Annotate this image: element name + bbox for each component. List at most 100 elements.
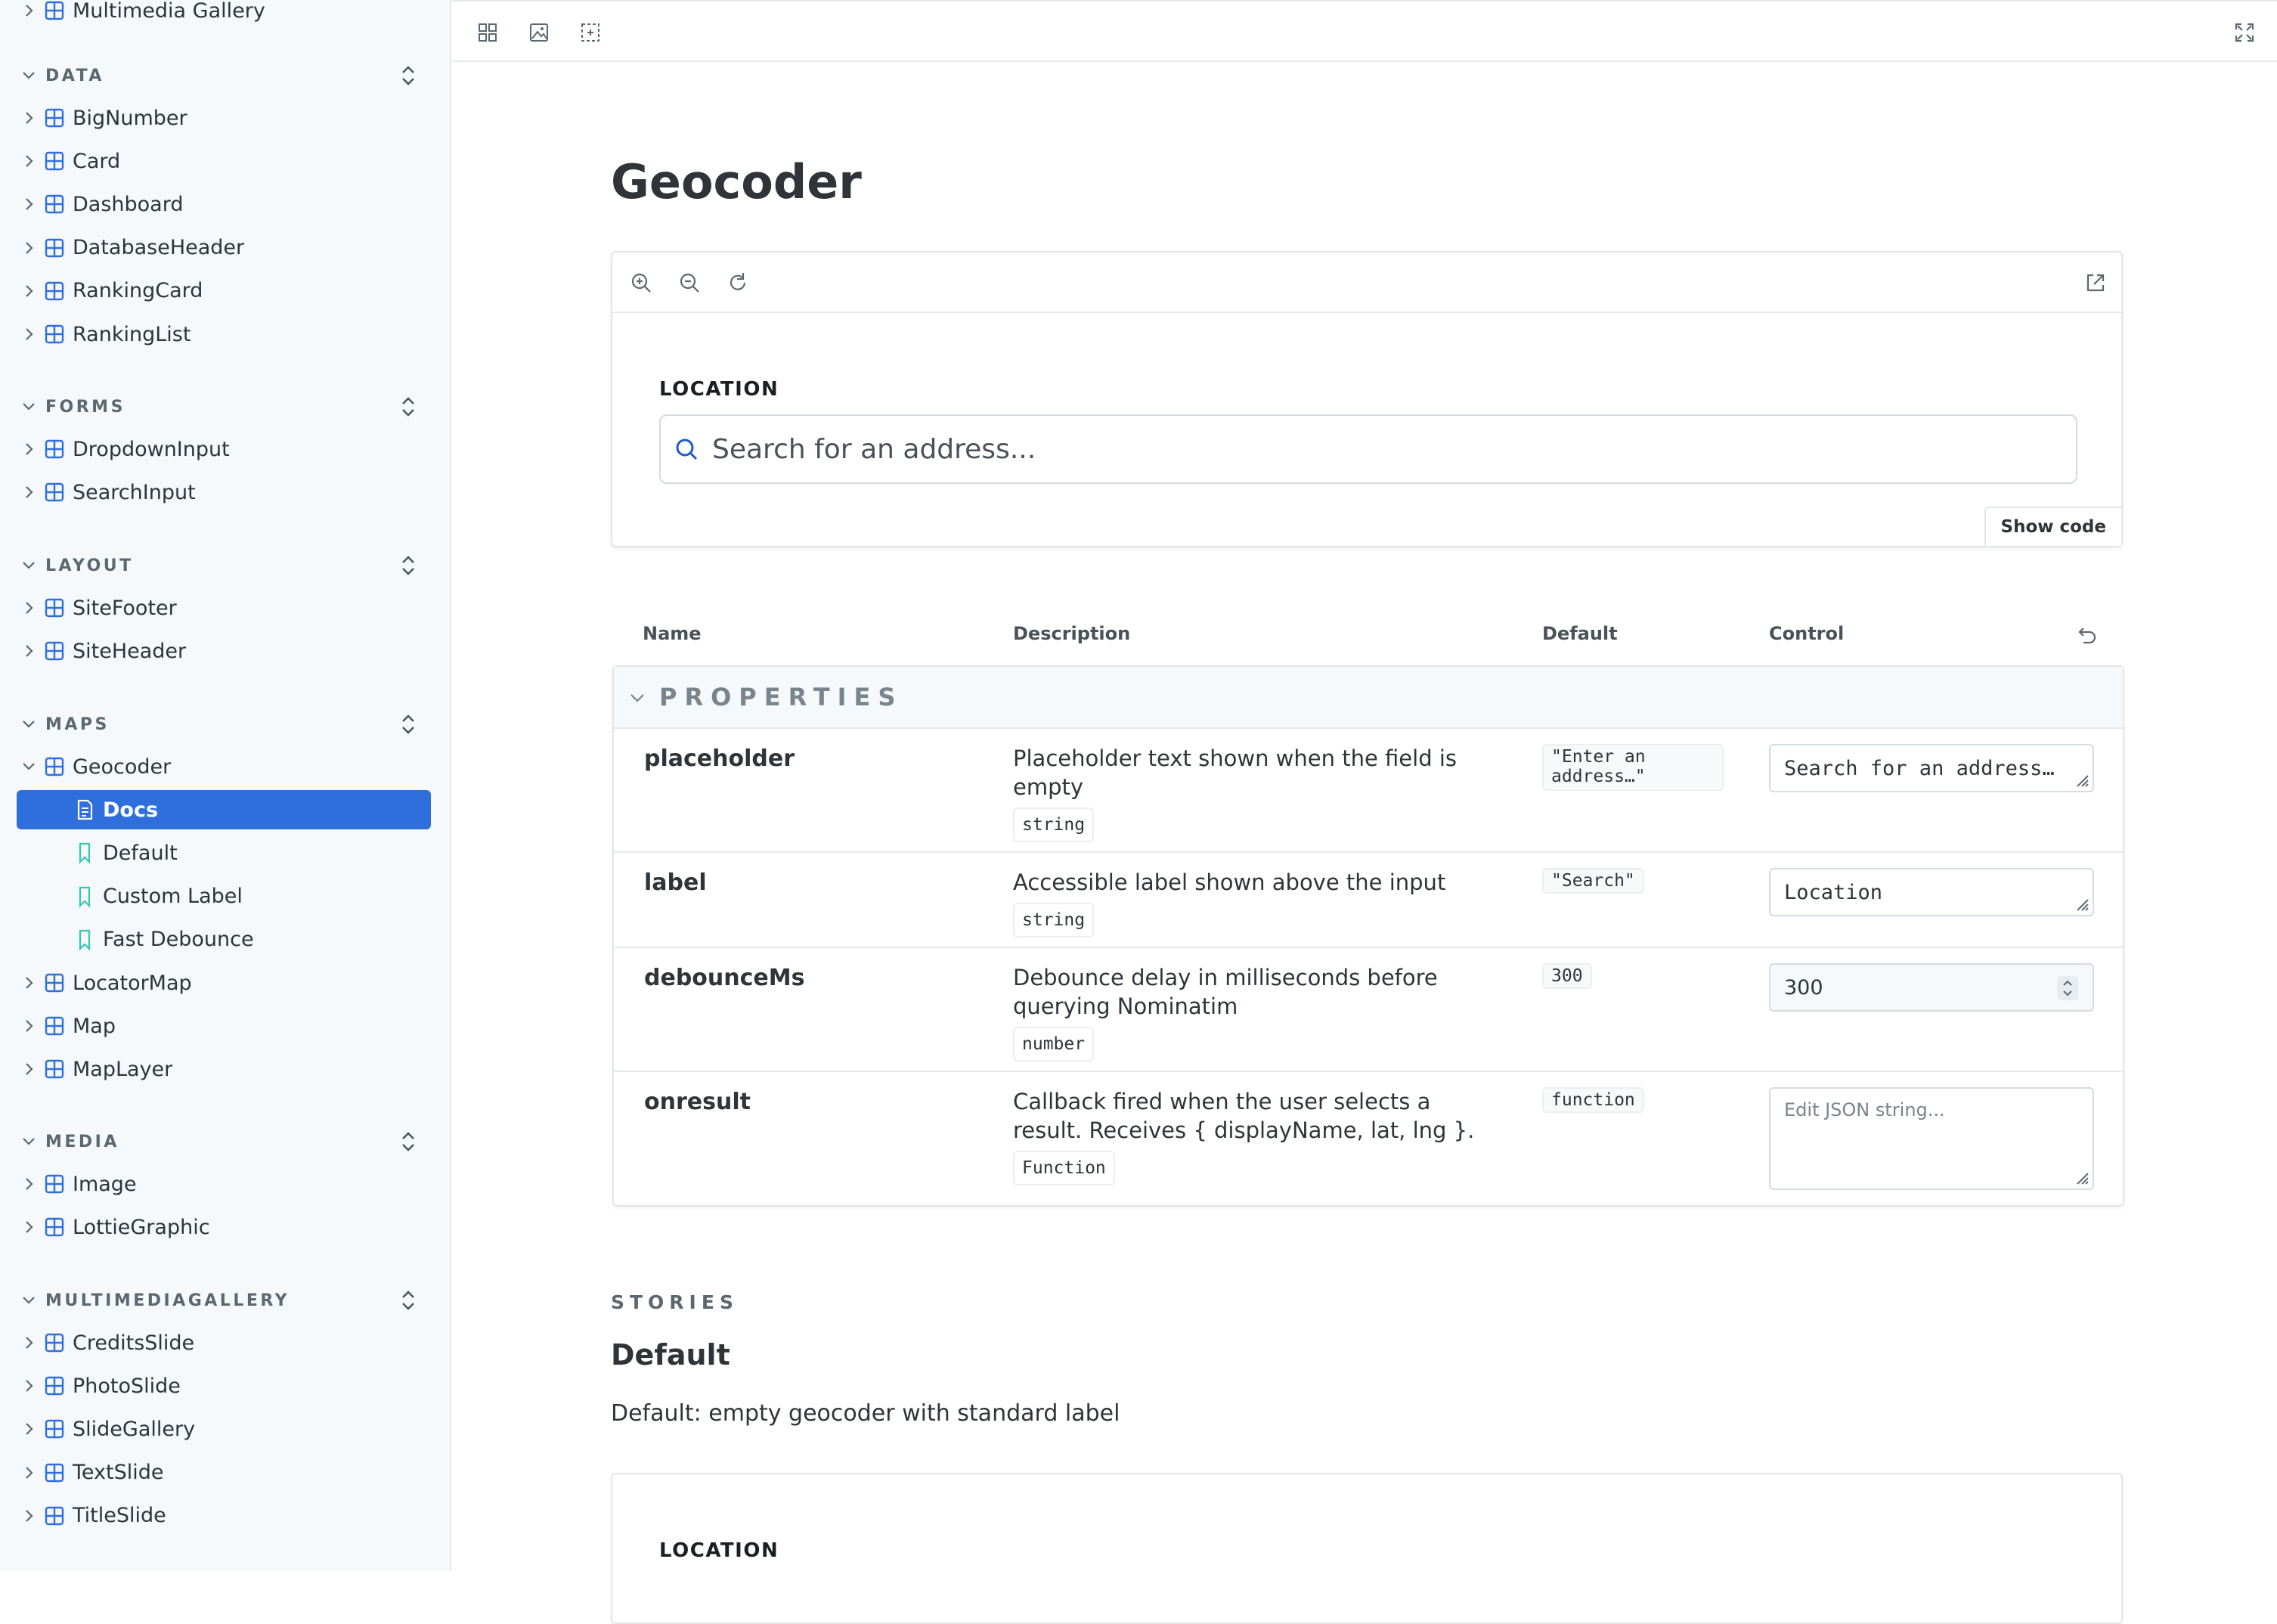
component-icon: [45, 1420, 64, 1439]
group-title: MAPS: [45, 714, 110, 734]
sidebar-item-big-number[interactable]: BigNumber: [17, 98, 431, 138]
component-icon: [45, 1333, 64, 1353]
chevron-right-icon: [17, 975, 41, 990]
table-row: label Accessible label shown above the i…: [614, 853, 2123, 948]
reset-controls-icon[interactable]: [2074, 623, 2099, 647]
sidebar-item-locator-map[interactable]: LocatorMap: [17, 963, 431, 1003]
expand-collapse-icon[interactable]: [395, 552, 422, 579]
sidebar-item-label: Multimedia Gallery: [73, 0, 265, 23]
prop-description-text: Accessible label shown above the input: [1013, 869, 1446, 895]
sidebar-group-forms[interactable]: FORMS: [21, 389, 429, 425]
sidebar-item-fast-debounce[interactable]: Fast Debounce: [71, 920, 431, 959]
fullscreen-icon[interactable]: [2232, 20, 2257, 45]
control-value: Search for an address…: [1784, 756, 2055, 780]
prop-type: Function: [1013, 1151, 1115, 1185]
sidebar-group-maps[interactable]: MAPS: [21, 706, 429, 742]
open-new-tab-icon[interactable]: [2082, 269, 2109, 296]
prop-default-line: "Enter an: [1551, 747, 1646, 767]
sidebar-item-text-slide[interactable]: TextSlide: [17, 1453, 431, 1492]
prop-default-line: address…": [1551, 767, 1646, 786]
sidebar-item-docs[interactable]: Docs: [17, 790, 431, 830]
sidebar-item-geocoder[interactable]: Geocoder: [17, 747, 431, 786]
zoom-out-icon[interactable]: [676, 269, 703, 296]
expand-collapse-icon[interactable]: [395, 1287, 422, 1314]
sidebar-item-map-layer[interactable]: MapLayer: [17, 1049, 431, 1089]
sidebar-item-lottie-graphic[interactable]: LottieGraphic: [17, 1207, 431, 1247]
component-icon: [45, 151, 64, 171]
debounce-number-input[interactable]: 300: [1769, 963, 2094, 1012]
sidebar-item-site-footer[interactable]: SiteFooter: [17, 588, 431, 628]
number-stepper-icon[interactable]: [2056, 975, 2079, 1001]
geocoder-label: LOCATION: [659, 378, 779, 401]
sidebar-item-default[interactable]: Default: [71, 833, 431, 872]
component-icon: [45, 1506, 64, 1525]
grid-icon[interactable]: [475, 20, 500, 45]
sidebar-item-label: Card: [73, 149, 121, 173]
sidebar-item-database-header[interactable]: DatabaseHeader: [17, 228, 431, 268]
sidebar-item-ranking-list[interactable]: RankingList: [17, 315, 431, 354]
sidebar-item-dashboard[interactable]: Dashboard: [17, 184, 431, 224]
reset-zoom-icon[interactable]: [724, 269, 751, 296]
prop-default: 300: [1542, 963, 1592, 989]
sidebar-item-image[interactable]: Image: [17, 1164, 431, 1204]
bookmark-icon: [79, 843, 91, 865]
toolbar: [452, 0, 2277, 62]
sidebar-item-label: Fast Debounce: [103, 928, 254, 952]
sidebar-group-multimediagallery[interactable]: MULTIMEDIAGALLERY: [21, 1282, 429, 1319]
show-code-button[interactable]: Show code: [1984, 507, 2121, 546]
expand-collapse-icon[interactable]: [395, 393, 422, 420]
sidebar-group-data[interactable]: DATA: [21, 57, 429, 94]
sidebar-item-dropdown-input[interactable]: DropdownInput: [17, 429, 431, 469]
sidebar-item-label: CreditsSlide: [73, 1331, 195, 1355]
sidebar-item-label: Image: [73, 1172, 137, 1196]
resize-handle-icon[interactable]: [2073, 1169, 2090, 1185]
sidebar-item-ranking-card[interactable]: RankingCard: [17, 271, 431, 311]
zoom-in-icon[interactable]: [627, 269, 655, 296]
sidebar-group-media[interactable]: MEDIA: [21, 1123, 429, 1160]
component-icon: [45, 1174, 64, 1194]
sidebar-item-label: SlideGallery: [73, 1417, 196, 1441]
sidebar-item-search-input[interactable]: SearchInput: [17, 473, 431, 512]
prop-type: string: [1013, 807, 1095, 842]
outline-icon[interactable]: [578, 20, 603, 45]
sidebar-item-map[interactable]: Map: [17, 1006, 431, 1046]
sidebar-item-custom-label[interactable]: Custom Label: [71, 877, 431, 916]
chevron-right-icon: [17, 1421, 41, 1436]
prop-default: "Search": [1542, 868, 1644, 894]
group-title: DATA: [45, 66, 104, 85]
sidebar-item-photo-slide[interactable]: PhotoSlide: [17, 1366, 431, 1406]
json-textarea[interactable]: Edit JSON string...: [1769, 1087, 2094, 1190]
chevron-right-icon: [17, 1378, 41, 1393]
expand-collapse-icon[interactable]: [395, 1128, 422, 1155]
sidebar-item-label: BigNumber: [73, 106, 187, 130]
sidebar-item-label: Geocoder: [73, 755, 172, 779]
sidebar-group-layout[interactable]: LAYOUT: [21, 547, 429, 584]
component-icon: [45, 324, 64, 344]
prop-description-text: Placeholder text shown when the field is…: [1013, 745, 1457, 800]
geocoder-search-field[interactable]: [659, 414, 2077, 484]
label-control[interactable]: Location: [1769, 868, 2094, 916]
chevron-right-icon: [17, 197, 41, 212]
resize-handle-icon[interactable]: [2073, 771, 2090, 788]
properties-section-header[interactable]: PROPERTIES: [614, 667, 2123, 729]
expand-collapse-icon[interactable]: [395, 711, 422, 738]
story-description: Default: empty geocoder with standard la…: [611, 1400, 1120, 1427]
placeholder-control[interactable]: Search for an address…: [1769, 744, 2094, 792]
geocoder-search-input[interactable]: [711, 432, 1996, 466]
sidebar-item-site-header[interactable]: SiteHeader: [17, 631, 431, 671]
prop-description: Placeholder text shown when the field is…: [1013, 744, 1497, 842]
sidebar-item-credits-slide[interactable]: CreditsSlide: [17, 1323, 431, 1362]
sidebar-item-title-slide[interactable]: TitleSlide: [17, 1496, 431, 1536]
sidebar-item-slide-gallery[interactable]: SlideGallery: [17, 1409, 431, 1449]
geocoder-label: LOCATION: [659, 1539, 779, 1562]
expand-collapse-icon[interactable]: [395, 62, 422, 89]
image-icon[interactable]: [526, 20, 552, 45]
group-title: FORMS: [45, 397, 125, 417]
prop-name: placeholder: [644, 745, 795, 772]
resize-handle-icon[interactable]: [2073, 895, 2090, 912]
sidebar-item-multimedia-gallery[interactable]: Multimedia Gallery: [17, 0, 431, 30]
group-title: MEDIA: [45, 1132, 119, 1151]
chevron-right-icon: [17, 485, 41, 500]
preview-toolbar: [612, 253, 2121, 313]
sidebar-item-card[interactable]: Card: [17, 141, 431, 181]
